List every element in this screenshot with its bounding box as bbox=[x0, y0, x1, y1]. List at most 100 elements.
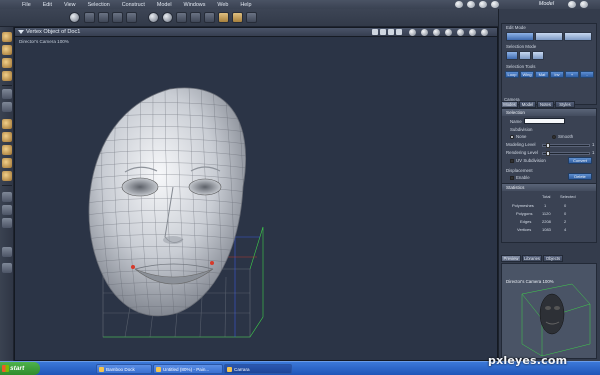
window-minimize-icon[interactable] bbox=[568, 1, 576, 8]
scale-tool-icon[interactable] bbox=[2, 58, 12, 68]
lighting-icon[interactable] bbox=[457, 29, 464, 36]
grid-icon[interactable] bbox=[112, 12, 123, 23]
task-bamboo-dock[interactable]: Bamboo Dock bbox=[96, 364, 152, 374]
statistics-header[interactable]: Statistics bbox=[502, 184, 596, 191]
shape-icon[interactable] bbox=[126, 12, 137, 23]
menu-construct[interactable]: Construct bbox=[122, 2, 145, 8]
loop-button[interactable]: Loop bbox=[505, 71, 519, 78]
extrude-tool-icon[interactable] bbox=[2, 89, 12, 99]
menu-help[interactable]: Help bbox=[240, 2, 251, 8]
arrow-icon[interactable] bbox=[246, 12, 257, 23]
hand-icon[interactable] bbox=[218, 12, 229, 23]
inv-button[interactable]: Inv bbox=[550, 71, 564, 78]
menu-file[interactable]: File bbox=[22, 2, 31, 8]
name-input[interactable] bbox=[524, 118, 565, 124]
shrink-selection-button[interactable]: - bbox=[580, 71, 594, 78]
mat-button[interactable]: Mat bbox=[535, 71, 549, 78]
uv-subdivision-checkbox[interactable] bbox=[510, 159, 514, 163]
layout-dual-icon[interactable] bbox=[380, 29, 386, 35]
room-assemble-icon[interactable] bbox=[455, 1, 463, 8]
tab-model[interactable]: Model bbox=[519, 101, 536, 108]
grow-selection-button[interactable]: + bbox=[565, 71, 579, 78]
task-carrara[interactable]: Carrara bbox=[224, 364, 292, 374]
edit-mode-shape-button[interactable] bbox=[564, 32, 592, 41]
zoom-tool-icon[interactable] bbox=[2, 171, 12, 181]
polygon-icon[interactable] bbox=[98, 12, 109, 23]
edit-mode-label: Edit Mode bbox=[506, 25, 526, 30]
shading-icon[interactable] bbox=[421, 29, 428, 36]
viewport-title: Vertex Object of Doc1 bbox=[26, 29, 81, 35]
tab-modes[interactable]: Modes bbox=[501, 101, 518, 108]
menu-web[interactable]: Web bbox=[217, 2, 228, 8]
task-paint[interactable]: Untitled (80%) - Pain... bbox=[153, 364, 223, 374]
menu-edit[interactable]: Edit bbox=[43, 2, 52, 8]
room-storyboard-icon[interactable] bbox=[479, 1, 487, 8]
window-close-icon[interactable] bbox=[580, 1, 588, 8]
displacement-enable-checkbox[interactable] bbox=[510, 176, 514, 180]
render-preview-icon[interactable] bbox=[433, 29, 440, 36]
layout-triple-icon[interactable] bbox=[388, 29, 394, 35]
bevel-tool-icon[interactable] bbox=[2, 102, 12, 112]
wireframe-icon[interactable] bbox=[445, 29, 452, 36]
room-model-icon[interactable] bbox=[467, 1, 475, 8]
menu-view[interactable]: View bbox=[64, 2, 76, 8]
modeling-level-knob[interactable] bbox=[546, 143, 550, 148]
brush-tool-icon[interactable] bbox=[2, 263, 12, 273]
options-icon[interactable] bbox=[481, 29, 488, 36]
room-texture-icon[interactable] bbox=[491, 1, 499, 8]
3d-viewport[interactable]: Vertex Object of Doc1 Director's Camera … bbox=[14, 27, 498, 361]
stat-selected: 2 bbox=[564, 219, 567, 224]
magnifier-tool-icon[interactable] bbox=[2, 205, 12, 215]
rotate-tool-icon[interactable] bbox=[2, 45, 12, 55]
select-edge-button[interactable] bbox=[519, 51, 531, 60]
navigate-tool-icon[interactable] bbox=[2, 119, 12, 129]
start-label: start bbox=[10, 365, 25, 372]
move-tool-icon[interactable] bbox=[2, 32, 12, 42]
right-panel: Edit Mode Selection Mode Selection Tools… bbox=[498, 9, 600, 361]
menu-selection[interactable]: Selection bbox=[88, 2, 110, 8]
camera-view-icon[interactable] bbox=[409, 29, 416, 36]
menu-windows[interactable]: Windows bbox=[184, 2, 206, 8]
texture-icon[interactable] bbox=[469, 29, 476, 36]
tab-objects[interactable]: Objects bbox=[543, 255, 563, 262]
edit-mode-spline-button[interactable] bbox=[535, 32, 563, 41]
select-face-button[interactable] bbox=[532, 51, 544, 60]
layout-single-icon[interactable] bbox=[372, 29, 378, 35]
paint-tool-icon[interactable] bbox=[2, 247, 12, 257]
primitive-sphere-icon[interactable] bbox=[148, 12, 159, 23]
scale-icon[interactable] bbox=[232, 12, 243, 23]
dolly-tool-icon[interactable] bbox=[2, 145, 12, 155]
star-icon[interactable] bbox=[204, 12, 215, 23]
rendering-level-knob[interactable] bbox=[546, 151, 550, 156]
eyedropper-tool-icon[interactable] bbox=[2, 192, 12, 202]
render-ball-icon[interactable] bbox=[162, 12, 173, 23]
camera-icon[interactable] bbox=[176, 12, 187, 23]
layout-quad-icon[interactable] bbox=[396, 29, 402, 35]
tab-styles[interactable]: Styles bbox=[555, 101, 575, 108]
carrara-icon bbox=[227, 367, 232, 372]
selection-header[interactable]: Selection bbox=[502, 109, 596, 116]
tab-libraries[interactable]: Libraries bbox=[522, 255, 542, 262]
pen-icon[interactable] bbox=[84, 12, 95, 23]
collapse-icon[interactable] bbox=[18, 30, 24, 34]
knife-tool-icon[interactable] bbox=[2, 218, 12, 228]
menu-model[interactable]: Model bbox=[157, 2, 172, 8]
edit-mode-vertex-button[interactable] bbox=[506, 32, 534, 41]
sphere-icon[interactable] bbox=[69, 12, 80, 23]
wing-button[interactable]: Wing bbox=[520, 71, 534, 78]
tab-notes[interactable]: Notes bbox=[537, 101, 554, 108]
pan-tool-icon[interactable] bbox=[2, 132, 12, 142]
bamboo-dock-icon bbox=[99, 367, 104, 372]
start-button[interactable]: start bbox=[0, 362, 40, 375]
mesh-scene[interactable] bbox=[15, 37, 497, 360]
convert-button[interactable]: Convert bbox=[568, 157, 592, 164]
light-icon[interactable] bbox=[190, 12, 201, 23]
bend-tool-icon[interactable] bbox=[2, 71, 12, 81]
subdivision-none-radio[interactable] bbox=[510, 135, 514, 139]
orbit-tool-icon[interactable] bbox=[2, 158, 12, 168]
preview-pane[interactable]: Director's Camera 100% bbox=[501, 263, 597, 359]
delete-button[interactable]: Delete bbox=[568, 173, 592, 180]
subdivision-smooth-radio[interactable] bbox=[552, 135, 556, 139]
tab-preview[interactable]: Preview bbox=[501, 255, 521, 262]
select-vertex-button[interactable] bbox=[506, 51, 518, 60]
